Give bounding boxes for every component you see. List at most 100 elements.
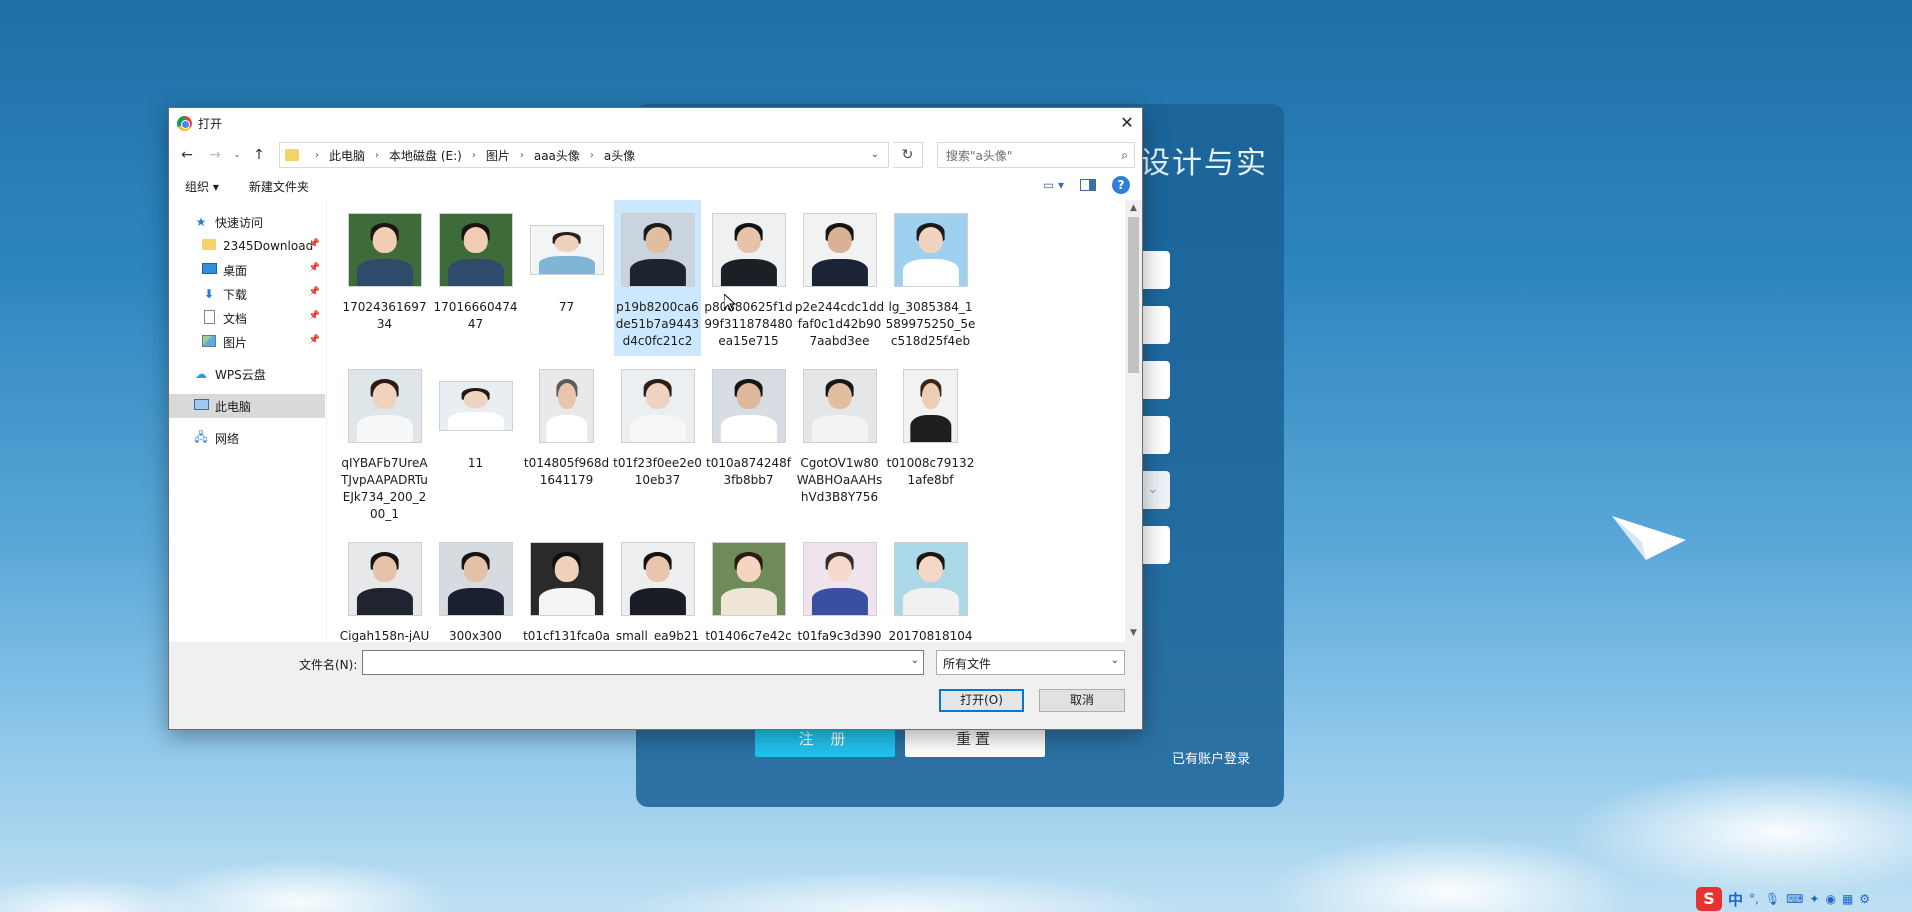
image-thumbnail <box>539 369 594 443</box>
microphone-icon[interactable]: 🎙 <box>1765 892 1780 906</box>
refresh-icon[interactable]: ↻ <box>893 142 923 168</box>
file-item[interactable]: t01fa9c3d3900e <box>796 529 883 642</box>
organize-menu[interactable]: 组织 ▾ <box>185 178 219 195</box>
sidebar-item-label: WPS云盘 <box>215 367 266 382</box>
file-item[interactable]: 11 <box>432 356 519 529</box>
open-button[interactable]: 打开(O) <box>939 689 1024 712</box>
dialog-footer: 文件名(N): ⌄ 所有文件 ⌄ 打开(O) 取消 <box>169 642 1142 729</box>
image-thumbnail <box>802 542 877 616</box>
sidebar-item-documents[interactable]: 文档 📌 <box>169 306 326 330</box>
file-item[interactable]: 77 <box>523 200 610 356</box>
pin-icon[interactable]: 📌 <box>309 311 320 321</box>
filename-input[interactable]: ⌄ <box>362 650 924 675</box>
image-thumbnail <box>347 542 422 616</box>
file-item[interactable]: qIYBAFb7UreATJvpAAPADRTuEJk734_200_200_1 <box>341 356 428 529</box>
file-item[interactable]: t01406c7e42c5 <box>705 529 792 642</box>
breadcrumb-drive-e[interactable]: 本地磁盘 (E:) <box>389 147 462 164</box>
sidebar-item-quick-access[interactable]: ★ 快速访问 <box>169 210 326 234</box>
chevron-down-icon[interactable]: ⌄ <box>862 143 888 167</box>
new-folder-button[interactable]: 新建文件夹 <box>249 178 309 195</box>
password-input[interactable] <box>1140 306 1170 344</box>
breadcrumb-aaa-avatars[interactable]: aaa头像 <box>534 147 580 164</box>
avatar-upload-input[interactable] <box>1140 526 1170 564</box>
file-item[interactable]: 300x300 <box>432 529 519 642</box>
scroll-down-icon[interactable]: ▼ <box>1125 625 1142 642</box>
sidebar-item-label: 网络 <box>215 431 240 446</box>
file-item[interactable]: p2e244cdc1ddfaf0c1d42b907aabd3ee <box>795 200 884 356</box>
file-item[interactable]: lg_3085384_1589975250_5ec518d25f4eb <box>886 200 975 356</box>
grid-icon[interactable]: ▦ <box>1842 892 1853 906</box>
pin-icon[interactable]: 📌 <box>309 263 320 273</box>
breadcrumb-pictures[interactable]: 图片 <box>486 147 510 164</box>
dialog-titlebar[interactable]: 打开 ✕ <box>169 108 1142 138</box>
file-item[interactable]: small_ea9b2113 <box>614 529 701 642</box>
breadcrumb-a-avatars[interactable]: a头像 <box>604 147 635 164</box>
star-icon: ★ <box>195 215 207 229</box>
search-box[interactable]: 搜索"a头像" ⌕ <box>937 142 1135 168</box>
username-input[interactable] <box>1140 251 1170 289</box>
view-options-icon[interactable]: ▭ ▾ <box>1043 178 1064 192</box>
sidebar-item-network[interactable]: 🖧 网络 <box>169 426 326 450</box>
breadcrumb-this-pc[interactable]: 此电脑 <box>329 147 365 164</box>
forward-arrow-icon[interactable]: → <box>203 147 227 163</box>
scroll-up-icon[interactable]: ▲ <box>1125 200 1142 217</box>
file-item[interactable]: t01cf131fca0a8 <box>523 529 610 642</box>
breadcrumb-separator-icon[interactable]: › <box>472 150 476 161</box>
file-item[interactable]: Cigah158n-jAU <box>340 529 429 642</box>
address-bar[interactable]: › 此电脑 › 本地磁盘 (E:) › 图片 › aaa头像 › a头像 ⌄ <box>279 142 889 168</box>
image-thumbnail <box>438 542 513 616</box>
chevron-down-icon[interactable]: ⌄ <box>1111 655 1119 666</box>
breadcrumb-separator-icon[interactable]: › <box>590 150 594 161</box>
close-icon[interactable]: ✕ <box>1112 108 1142 138</box>
phone-input[interactable] <box>1140 416 1170 454</box>
scrollbar-thumb[interactable] <box>1128 217 1139 373</box>
breadcrumb-separator-icon[interactable]: › <box>315 150 319 161</box>
file-item[interactable]: CgotOV1w80WABHOaAAHshVd3B8Y756 <box>796 356 883 529</box>
sidebar-item-2345download[interactable]: 2345Download 📌 <box>169 234 326 258</box>
pin-icon[interactable]: 📌 <box>309 239 320 249</box>
file-item[interactable]: p80880625f1d99f311878480ea15e715 <box>704 200 793 356</box>
recent-locations-chevron-icon[interactable]: ⌄ <box>231 150 243 160</box>
sidebar-item-pictures[interactable]: 图片 📌 <box>169 330 326 354</box>
settings-icon[interactable]: ⚙ <box>1859 892 1870 906</box>
help-icon[interactable]: ? <box>1112 176 1130 194</box>
up-arrow-icon[interactable]: ↑ <box>247 147 271 163</box>
image-thumbnail <box>802 369 877 443</box>
file-open-dialog: 打开 ✕ ← → ⌄ ↑ › 此电脑 › 本地磁盘 (E:) › 图片 › aa… <box>168 107 1143 730</box>
breadcrumb-separator-icon[interactable]: › <box>375 150 379 161</box>
robot-icon[interactable]: ◉ <box>1825 892 1835 906</box>
skin-icon[interactable]: ✦ <box>1809 892 1819 906</box>
file-item[interactable]: t014805f968d1641179 <box>523 356 610 529</box>
image-thumbnail <box>711 369 786 443</box>
chevron-down-icon[interactable]: ⌄ <box>911 655 919 666</box>
punctuation-icon[interactable]: °, <box>1749 892 1759 906</box>
file-item[interactable]: 2017081810481 <box>887 529 974 642</box>
preview-pane-icon[interactable] <box>1080 179 1096 191</box>
file-item[interactable]: 1702436169734 <box>341 200 428 356</box>
cancel-button[interactable]: 取消 <box>1039 689 1125 712</box>
search-input[interactable]: 搜索"a头像" <box>946 147 1012 164</box>
ime-language[interactable]: 中 <box>1728 889 1743 910</box>
pin-icon[interactable]: 📌 <box>309 287 320 297</box>
thumbnail-frame <box>614 360 701 452</box>
file-item[interactable]: 1701666047447 <box>432 200 519 356</box>
sidebar-item-wps-cloud[interactable]: ☁ WPS云盘 <box>169 362 326 386</box>
keyboard-icon[interactable]: ⌨ <box>1786 892 1803 906</box>
file-item[interactable]: t01008c791321afe8bf <box>887 356 974 529</box>
search-icon[interactable]: ⌕ <box>1121 148 1128 163</box>
back-arrow-icon[interactable]: ← <box>175 147 199 163</box>
sidebar-item-this-pc[interactable]: 此电脑 <box>169 394 325 418</box>
file-item[interactable]: t01f23f0ee2e010eb37 <box>613 356 702 529</box>
file-item[interactable]: t010a874248f3fb8bb7 <box>705 356 792 529</box>
vertical-scrollbar[interactable]: ▲ ▼ <box>1125 200 1142 642</box>
confirm-password-input[interactable] <box>1140 361 1170 399</box>
sogou-logo-icon[interactable]: S <box>1696 887 1722 911</box>
pin-icon[interactable]: 📌 <box>309 335 320 345</box>
sidebar-item-downloads[interactable]: ⬇ 下载 📌 <box>169 282 326 306</box>
sidebar-item-desktop[interactable]: 桌面 📌 <box>169 258 326 282</box>
file-type-select[interactable]: 所有文件 ⌄ <box>936 650 1125 675</box>
login-link[interactable]: 已有账户登录 <box>1172 748 1250 767</box>
file-item[interactable]: p19b8200ca6de51b7a9443d4c0fc21c2 <box>614 200 701 356</box>
ime-toolbar[interactable]: S 中 °, 🎙 ⌨ ✦ ◉ ▦ ⚙ <box>1692 886 1912 912</box>
breadcrumb-separator-icon[interactable]: › <box>520 150 524 161</box>
